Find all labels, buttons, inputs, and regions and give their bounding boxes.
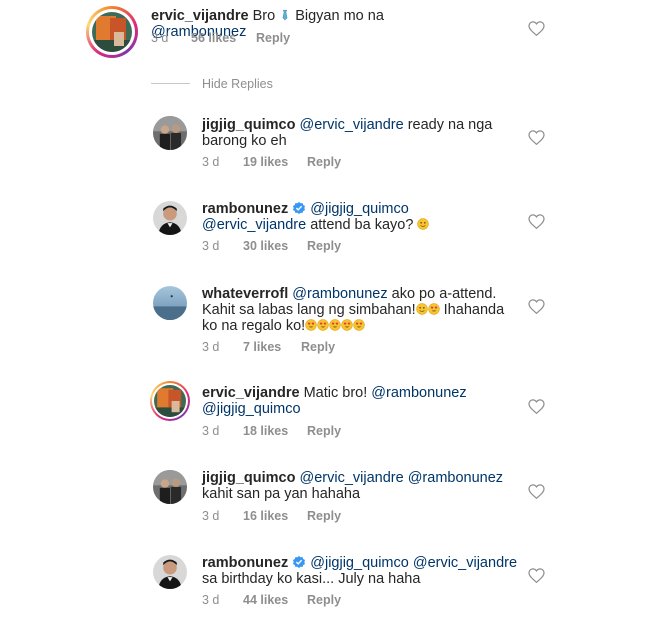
like-button[interactable]: [528, 484, 545, 499]
grin-emoji-icon: [416, 303, 428, 315]
mention-link[interactable]: @ervic_vijandre: [299, 117, 403, 133]
mention-link[interactable]: @ervic_vijandre: [299, 470, 403, 486]
like-button[interactable]: [528, 299, 545, 314]
comment-meta: 3 d 7 likes Reply: [202, 340, 462, 356]
heart-eyes-emoji-icon: [428, 303, 440, 315]
smirk-emoji-icon: [417, 218, 429, 230]
likes-count[interactable]: 18 likes: [243, 424, 288, 438]
comment-meta: 3 d 19 likes Reply: [202, 155, 462, 171]
like-button[interactable]: [528, 214, 545, 229]
comment-body-text: Bigyan mo na: [295, 8, 384, 24]
comment-body-text: sa birthday ko kasi... July na haha: [202, 571, 421, 587]
comment-text: rambonunez @jigjig_quimco @ervic_vijandr…: [202, 555, 522, 587]
reply-button[interactable]: Reply: [307, 424, 341, 438]
comment-username[interactable]: ervic_vijandre: [151, 8, 249, 24]
mention-link[interactable]: @jigjig_quimco: [202, 401, 301, 417]
reply-button[interactable]: Reply: [307, 593, 341, 607]
avatar-ervic-vijandre[interactable]: [86, 6, 138, 58]
avatar-ervic-vijandre[interactable]: [150, 381, 190, 421]
avatar-jigjig-quimco[interactable]: [153, 470, 187, 504]
reply-button[interactable]: Reply: [307, 239, 341, 253]
comment-meta: 3 d 18 likes Reply: [202, 424, 462, 440]
divider: [151, 83, 190, 84]
likes-count[interactable]: 19 likes: [243, 155, 288, 169]
comment-time: 3 d: [151, 31, 169, 45]
mention-link[interactable]: @rambonunez: [408, 470, 503, 486]
mention-link[interactable]: @rambonunez: [292, 286, 387, 302]
verified-badge-icon: [292, 555, 306, 569]
heart-outline-icon: [528, 484, 545, 499]
comment-body-text: attend ba kayo?: [310, 217, 414, 233]
comment-username[interactable]: ervic_vijandre: [202, 385, 300, 401]
likes-count[interactable]: 30 likes: [243, 239, 288, 253]
comment-time: 3 d: [202, 239, 220, 253]
heart-outline-icon: [528, 21, 545, 36]
heart-outline-icon: [528, 399, 545, 414]
comment-text: rambonunez @jigjig_quimco @ervic_vijandr…: [202, 201, 512, 233]
avatar-whateverrofl[interactable]: [153, 286, 187, 320]
comment-time: 3 d: [202, 155, 220, 169]
reply-button[interactable]: Reply: [301, 340, 335, 354]
comment-time: 3 d: [202, 424, 220, 438]
heart-eyes-emoji-icon: [329, 319, 341, 331]
comment-username[interactable]: rambonunez: [202, 201, 288, 217]
heart-outline-icon: [528, 214, 545, 229]
reply-button[interactable]: Reply: [256, 31, 290, 45]
like-button[interactable]: [528, 568, 545, 583]
avatar-image: [153, 470, 187, 504]
avatar-rambonunez[interactable]: [153, 201, 187, 235]
avatar-image: [153, 116, 187, 150]
mention-link[interactable]: @jigjig_quimco: [310, 201, 409, 217]
comment-username[interactable]: jigjig_quimco: [202, 117, 295, 133]
comment-time: 3 d: [202, 340, 220, 354]
likes-count[interactable]: 44 likes: [243, 593, 288, 607]
reply-button[interactable]: Reply: [307, 155, 341, 169]
comment-body-text: kahit san pa yan hahaha: [202, 486, 361, 502]
likes-count[interactable]: 16 likes: [243, 509, 288, 523]
comment-meta: 3 d 30 likes Reply: [202, 239, 462, 255]
avatar-image: [153, 555, 187, 589]
tie-emoji-icon: [279, 9, 291, 21]
avatar-image: [92, 12, 132, 52]
comment-body-text: Matic bro!: [303, 385, 368, 401]
heart-outline-icon: [528, 130, 545, 145]
comment-meta: 3 d 44 likes Reply: [202, 593, 462, 609]
heart-eyes-emoji-icon: [317, 319, 329, 331]
avatar-image: [154, 385, 186, 417]
comment-username[interactable]: jigjig_quimco: [202, 470, 295, 486]
like-button[interactable]: [528, 130, 545, 145]
comment-time: 3 d: [202, 509, 220, 523]
mention-link[interactable]: @jigjig_quimco: [310, 555, 409, 571]
avatar-rambonunez[interactable]: [153, 555, 187, 589]
comment-text: jigjig_quimco @ervic_vijandre @rambonune…: [202, 470, 522, 502]
comment-text: jigjig_quimco @ervic_vijandre ready na n…: [202, 117, 512, 149]
hide-replies-button[interactable]: Hide Replies: [202, 77, 273, 91]
mention-link[interactable]: @rambonunez: [371, 385, 466, 401]
heart-outline-icon: [528, 568, 545, 583]
heart-eyes-emoji-icon: [305, 319, 317, 331]
heart-eyes-emoji-icon: [353, 319, 365, 331]
mention-link[interactable]: @ervic_vijandre: [202, 217, 306, 233]
comment-username[interactable]: whateverrofl: [202, 286, 288, 302]
mention-link[interactable]: @ervic_vijandre: [413, 555, 517, 571]
reply-button[interactable]: Reply: [307, 509, 341, 523]
comment-body-text: Bro: [252, 8, 276, 24]
avatar-image: [153, 286, 187, 320]
likes-count[interactable]: 7 likes: [243, 340, 281, 354]
comment-time: 3 d: [202, 593, 220, 607]
verified-badge-icon: [292, 201, 306, 215]
comment-text: ervic_vijandre Matic bro! @rambonunez @j…: [202, 385, 512, 417]
avatar-image: [153, 201, 187, 235]
heart-outline-icon: [528, 299, 545, 314]
like-button[interactable]: [528, 21, 545, 36]
comment-text: whateverrofl @rambonunez ako po a-attend…: [202, 286, 512, 334]
likes-count[interactable]: 56 likes: [191, 31, 236, 45]
heart-eyes-emoji-icon: [341, 319, 353, 331]
comment-meta: 3 d 16 likes Reply: [202, 509, 462, 525]
comment-username[interactable]: rambonunez: [202, 555, 288, 571]
comment-meta: 3 d 56 likes Reply: [151, 31, 411, 47]
avatar-jigjig-quimco[interactable]: [153, 116, 187, 150]
like-button[interactable]: [528, 399, 545, 414]
